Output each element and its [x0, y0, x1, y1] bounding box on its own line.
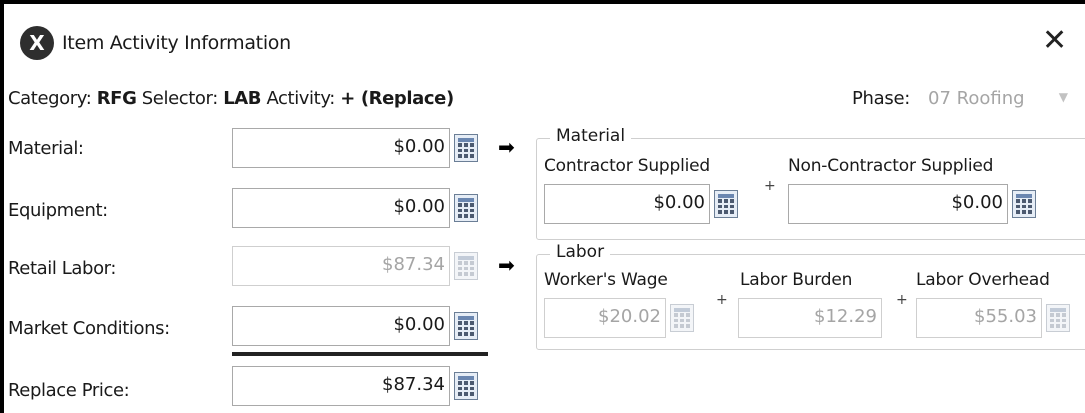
- non-contractor-supplied-field[interactable]: $0.00: [788, 184, 1008, 224]
- market-conditions-label: Market Conditions:: [8, 318, 170, 339]
- retail-labor-label: Retail Labor:: [8, 258, 117, 279]
- arrow-right-icon: ➡: [498, 135, 515, 159]
- total-divider: [232, 352, 488, 356]
- selector-value: LAB: [223, 88, 262, 109]
- window-title: Item Activity Information: [62, 32, 291, 54]
- workers-wage-field: $20.02: [544, 298, 666, 338]
- market-conditions-field[interactable]: $0.00: [232, 306, 450, 346]
- plus-sign: +: [896, 292, 908, 308]
- retail-labor-field: $87.34: [232, 246, 450, 286]
- calculator-icon[interactable]: [454, 372, 478, 400]
- equipment-field[interactable]: $0.00: [232, 188, 450, 228]
- activity-label: Activity:: [266, 88, 335, 109]
- equipment-label: Equipment:: [8, 200, 108, 221]
- non-contractor-supplied-label: Non-Contractor Supplied: [788, 156, 994, 176]
- labor-group-title: Labor: [550, 242, 611, 262]
- calculator-icon[interactable]: [714, 190, 738, 218]
- replace-price-field[interactable]: $87.34: [232, 366, 450, 406]
- calculator-icon[interactable]: [454, 312, 478, 340]
- calculator-icon: [1046, 304, 1070, 332]
- material-field[interactable]: $0.00: [232, 128, 450, 168]
- labor-overhead-label: Labor Overhead: [916, 270, 1050, 290]
- category-label: Category:: [8, 88, 92, 109]
- calculator-icon: [670, 304, 694, 332]
- workers-wage-label: Worker's Wage: [544, 270, 668, 290]
- labor-overhead-field: $55.03: [916, 298, 1042, 338]
- calculator-icon[interactable]: [454, 194, 478, 222]
- replace-price-label: Replace Price:: [8, 380, 130, 401]
- chevron-down-icon: ▼: [1058, 90, 1068, 104]
- labor-burden-label: Labor Burden: [740, 270, 853, 290]
- plus-sign: +: [764, 178, 776, 194]
- plus-sign: +: [716, 292, 728, 308]
- category-value: RFG: [96, 88, 137, 109]
- contractor-supplied-label: Contractor Supplied: [544, 156, 710, 176]
- phase-select[interactable]: 07 Roofing ▼: [924, 82, 1076, 116]
- material-group-title: Material: [550, 126, 632, 146]
- category-line: Category: RFG Selector: LAB Activity: + …: [8, 88, 454, 109]
- calculator-icon[interactable]: [454, 134, 478, 162]
- phase-value: 07 Roofing: [928, 88, 1025, 109]
- activity-value: + (Replace): [340, 88, 454, 109]
- app-logo-icon: X: [20, 26, 54, 60]
- calculator-icon[interactable]: [1012, 190, 1036, 218]
- material-label: Material:: [8, 138, 84, 159]
- dialog-window: X Item Activity Information ✕ Category: …: [4, 4, 1085, 413]
- contractor-supplied-field[interactable]: $0.00: [544, 184, 710, 224]
- selector-label: Selector:: [141, 88, 218, 109]
- arrow-right-icon: ➡: [498, 253, 515, 277]
- calculator-icon: [454, 252, 478, 280]
- phase-label: Phase:: [852, 88, 911, 109]
- labor-burden-field: $12.29: [738, 298, 882, 338]
- close-icon[interactable]: ✕: [1042, 26, 1067, 56]
